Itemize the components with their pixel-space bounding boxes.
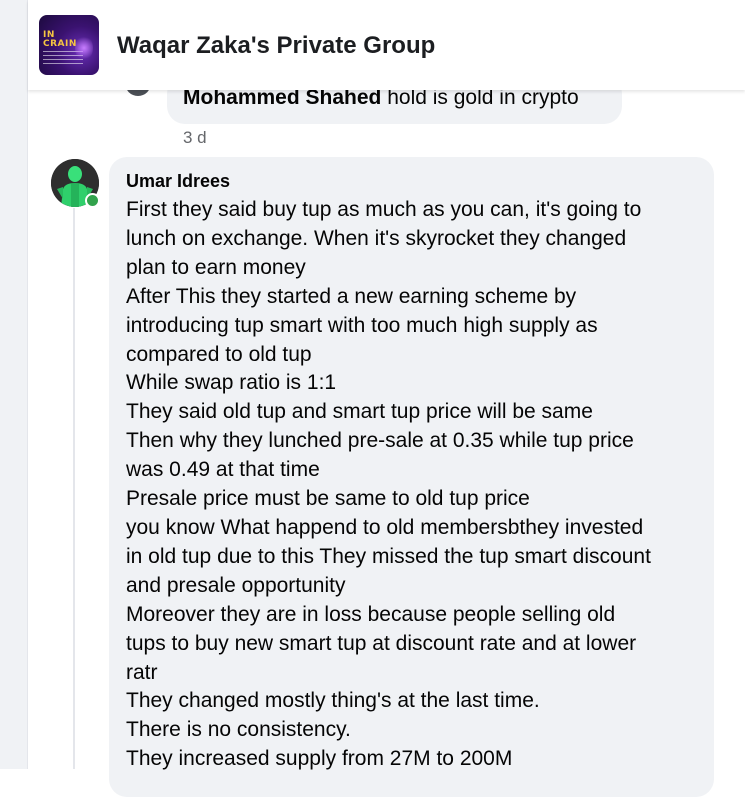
group-logo-text: IN CRAIN bbox=[43, 30, 77, 49]
previous-comment-time[interactable]: 3 d bbox=[183, 128, 207, 148]
group-logo[interactable]: IN CRAIN bbox=[39, 15, 99, 75]
comment-text-line: Presale price must be same to old tup pr… bbox=[126, 487, 530, 511]
comment-text-line: They increased supply from 27M to 200M bbox=[126, 747, 513, 771]
comment-text-line: tups to buy new smart tup at discount ra… bbox=[126, 631, 637, 655]
group-logo-glow bbox=[75, 35, 93, 61]
comment-text-line: Then why they lunched pre-sale at 0.35 w… bbox=[126, 429, 634, 453]
comment-text-line: ratr bbox=[126, 660, 158, 684]
group-header: IN CRAIN Waqar Zaka's Private Group bbox=[28, 0, 745, 90]
comment-text-line: introducing tup smart with too much high… bbox=[126, 313, 598, 337]
comment-text-line: They said old tup and smart tup price wi… bbox=[126, 400, 593, 424]
thread-line bbox=[73, 208, 75, 769]
comment-text-line: After This they started a new earning sc… bbox=[126, 284, 577, 308]
comment-text-line: First they said buy tup as much as you c… bbox=[126, 198, 642, 221]
comment-text-line: was 0.49 at that time bbox=[126, 458, 320, 482]
comment-text-line: While swap ratio is 1:1 bbox=[126, 371, 337, 395]
group-title[interactable]: Waqar Zaka's Private Group bbox=[117, 32, 435, 60]
online-status-indicator bbox=[85, 193, 100, 208]
comment-text-line: Moreover they are in loss because people… bbox=[126, 602, 616, 626]
comment-text: First they said buy tup as much as you c… bbox=[126, 196, 711, 774]
comment-text-line: plan to earn money bbox=[126, 255, 306, 279]
comment-text-line: lunch on exchange. When it's skyrocket t… bbox=[126, 226, 627, 250]
comment-text-line: They changed mostly thing's at the last … bbox=[126, 689, 540, 713]
comment-text-line: compared to old tup bbox=[126, 342, 312, 366]
left-panel-edge bbox=[0, 0, 27, 769]
comment-text-line: you know What happend to old membersbthe… bbox=[126, 515, 644, 539]
comment-bubble: Umar Idrees First they said buy tup as m… bbox=[109, 157, 714, 797]
comment-text-line: in old tup due to this They missed the t… bbox=[126, 544, 651, 568]
comment-author[interactable]: Umar Idrees bbox=[126, 171, 230, 192]
comment-text-line: and presale opportunity bbox=[126, 573, 346, 597]
comment-text-line: There is no consistency. bbox=[126, 718, 351, 742]
panel-divider bbox=[27, 0, 28, 769]
